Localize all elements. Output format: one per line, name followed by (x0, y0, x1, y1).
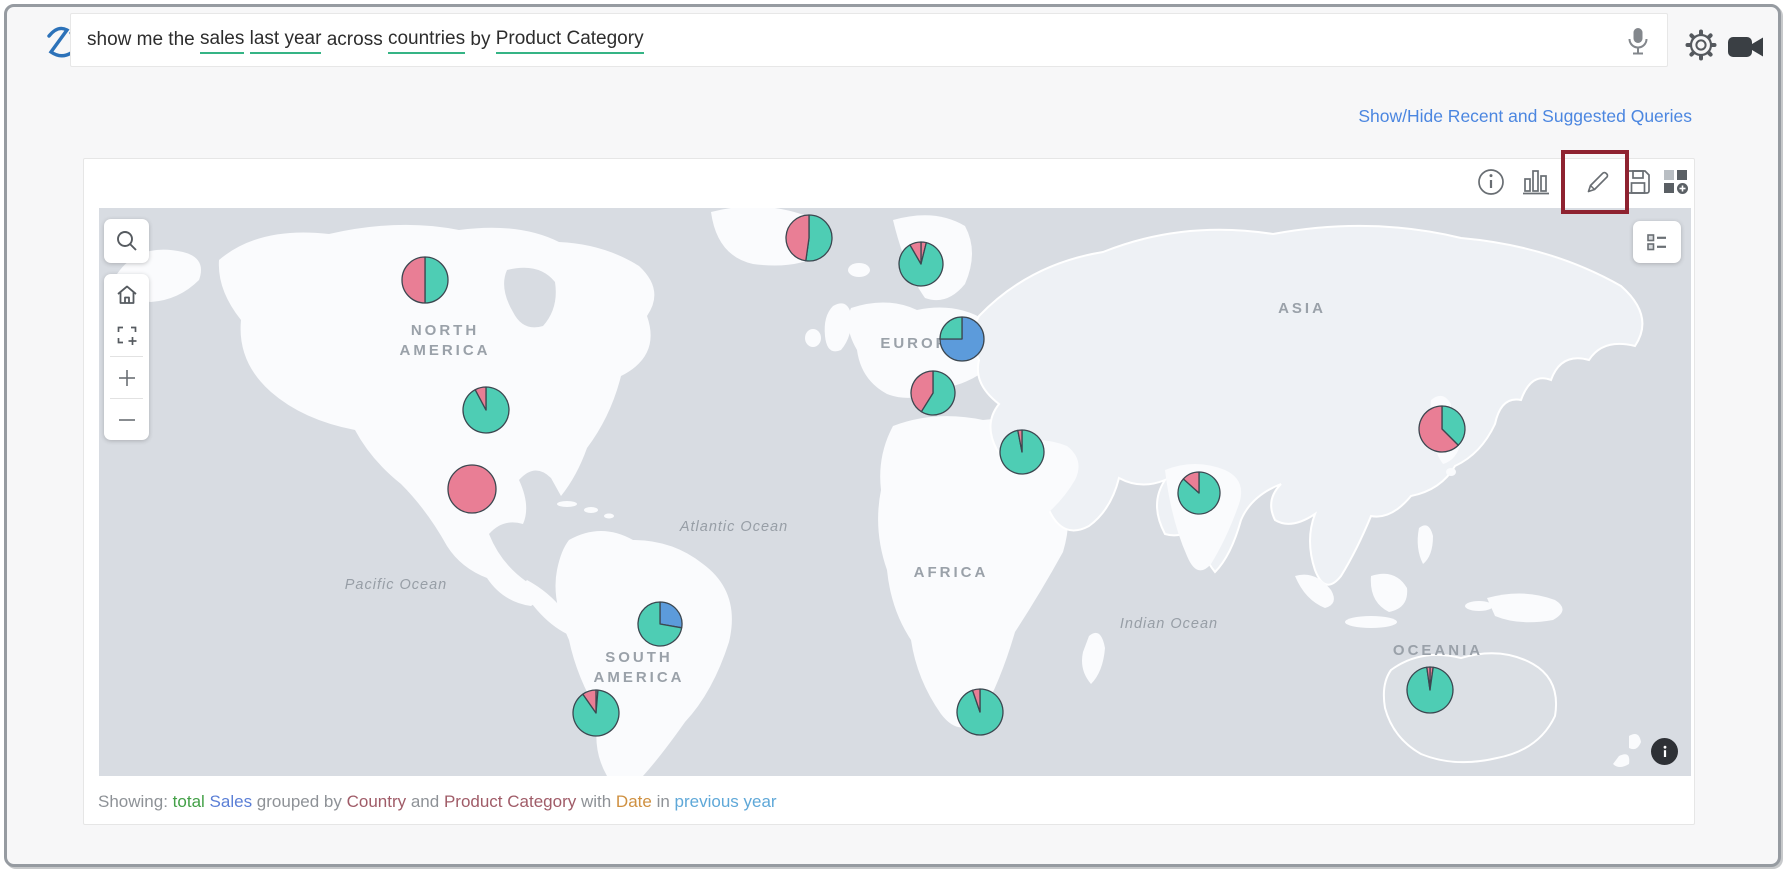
continent-label-north-america: NORTH AMERICA (400, 321, 491, 362)
query-token: by (465, 29, 496, 53)
zoom-in-icon (115, 366, 139, 390)
zoom-out-icon (115, 408, 139, 432)
pie-south-africa[interactable] (955, 687, 1005, 742)
chart-type-icon[interactable] (1521, 167, 1551, 197)
world-map-chart[interactable]: NORTH AMERICAEUROPEASIAAFRICASOUTH AMERI… (99, 208, 1691, 776)
map-search-button[interactable] (104, 219, 149, 263)
settings-gear-icon[interactable] (1683, 27, 1719, 63)
pie-united-states[interactable] (461, 385, 511, 440)
map-home-button[interactable] (104, 274, 149, 315)
video-camera-icon[interactable] (1727, 33, 1765, 61)
continent-label-africa: AFRICA (914, 563, 989, 583)
query-summary: Showing: total Sales grouped by Country … (98, 792, 777, 812)
query-token-entity[interactable]: last year (250, 28, 322, 54)
legend-icon (1643, 229, 1671, 255)
ocean-label-atlantic-ocean: Atlantic Ocean (680, 518, 788, 538)
pie-central-europe[interactable] (938, 315, 986, 368)
map-zoom-controls (104, 274, 149, 440)
pie-greenland[interactable] (784, 213, 834, 268)
summary-part: Country (347, 792, 407, 811)
pie-eastern-mediterranean[interactable] (998, 428, 1046, 481)
summary-part: grouped by (252, 792, 347, 811)
summary-part: Sales (210, 792, 253, 811)
summary-part: Date (616, 792, 652, 811)
edit-icon[interactable] (1583, 167, 1613, 197)
continent-label-asia: ASIA (1278, 299, 1326, 319)
pie-western-europe[interactable] (909, 369, 957, 422)
summary-part: and (406, 792, 444, 811)
summary-part: with (576, 792, 616, 811)
summary-part: previous year (675, 792, 777, 811)
continent-label-south-america: SOUTH AMERICA (594, 648, 685, 689)
pie-japan[interactable] (1417, 404, 1467, 459)
map-zoom-in-button[interactable] (104, 357, 149, 398)
map-attribution-info-button[interactable] (1651, 738, 1678, 765)
pie-brazil[interactable] (636, 600, 684, 653)
app-window: show me the sales last year across count… (4, 4, 1781, 867)
query-token: across (321, 29, 388, 53)
ocean-label-indian-ocean: Indian Ocean (1120, 615, 1218, 635)
map-zoom-area-button[interactable] (104, 315, 149, 356)
add-to-dashboard-icon[interactable] (1661, 167, 1691, 197)
query-token-entity[interactable]: countries (388, 28, 465, 54)
info-icon[interactable] (1476, 167, 1506, 197)
microphone-icon[interactable] (1623, 26, 1653, 56)
zoom-area-icon (114, 323, 140, 349)
summary-part: Product Category (444, 792, 576, 811)
summary-part: Showing: (98, 792, 173, 811)
home-icon (114, 282, 140, 308)
summary-part: in (652, 792, 675, 811)
summary-part: total (173, 792, 205, 811)
pie-mexico[interactable] (446, 463, 498, 520)
search-icon (114, 228, 140, 254)
query-text: show me the sales last year across count… (87, 14, 644, 68)
query-input[interactable]: show me the sales last year across count… (70, 13, 1668, 67)
result-card: NORTH AMERICAEUROPEASIAAFRICASOUTH AMERI… (83, 158, 1695, 825)
pie-india[interactable] (1176, 470, 1222, 521)
continent-label-oceania: OCEANIA (1393, 641, 1483, 661)
map-info-icon (1657, 744, 1673, 760)
query-token-entity[interactable]: Product Category (496, 28, 644, 54)
query-token-entity[interactable]: sales (200, 28, 244, 54)
pie-canada[interactable] (400, 255, 450, 310)
toggle-recent-queries-link[interactable]: Show/Hide Recent and Suggested Queries (1358, 106, 1692, 127)
ocean-label-pacific-ocean: Pacific Ocean (345, 576, 447, 596)
map-legend-button[interactable] (1633, 221, 1681, 263)
query-token: show me the (87, 29, 200, 53)
pie-australia[interactable] (1405, 665, 1455, 720)
pie-argentina[interactable] (571, 688, 621, 743)
map-zoom-out-button[interactable] (104, 399, 149, 440)
pie-scandinavia[interactable] (897, 240, 945, 293)
